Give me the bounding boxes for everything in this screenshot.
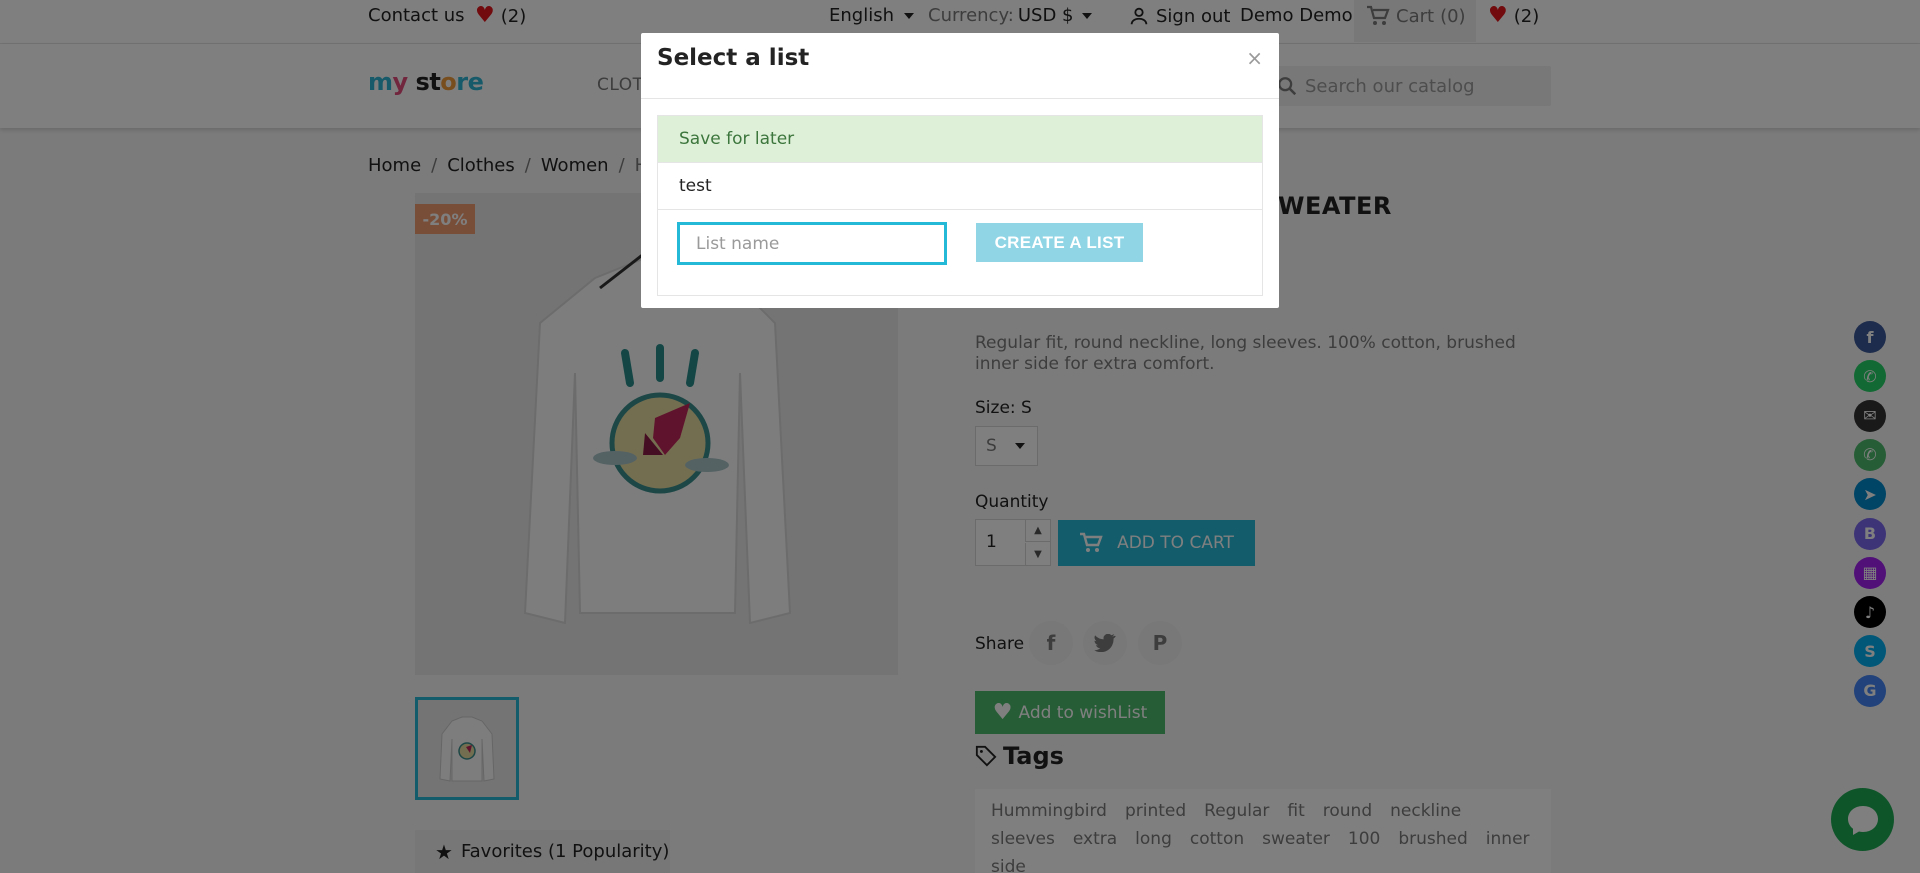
modal-header: Select a list × <box>641 33 1279 99</box>
select-list-modal: Select a list × Save for later test CREA… <box>641 33 1279 308</box>
list-item-test[interactable]: test <box>658 163 1262 210</box>
wishlist-list: Save for later test CREATE A LIST <box>657 115 1263 296</box>
create-list-button[interactable]: CREATE A LIST <box>976 223 1143 262</box>
create-list-row: CREATE A LIST <box>658 210 1262 295</box>
close-icon[interactable]: × <box>1246 46 1263 70</box>
modal-title: Select a list <box>657 45 810 71</box>
list-name-input[interactable] <box>677 222 947 265</box>
list-item-save-for-later[interactable]: Save for later <box>658 116 1262 163</box>
